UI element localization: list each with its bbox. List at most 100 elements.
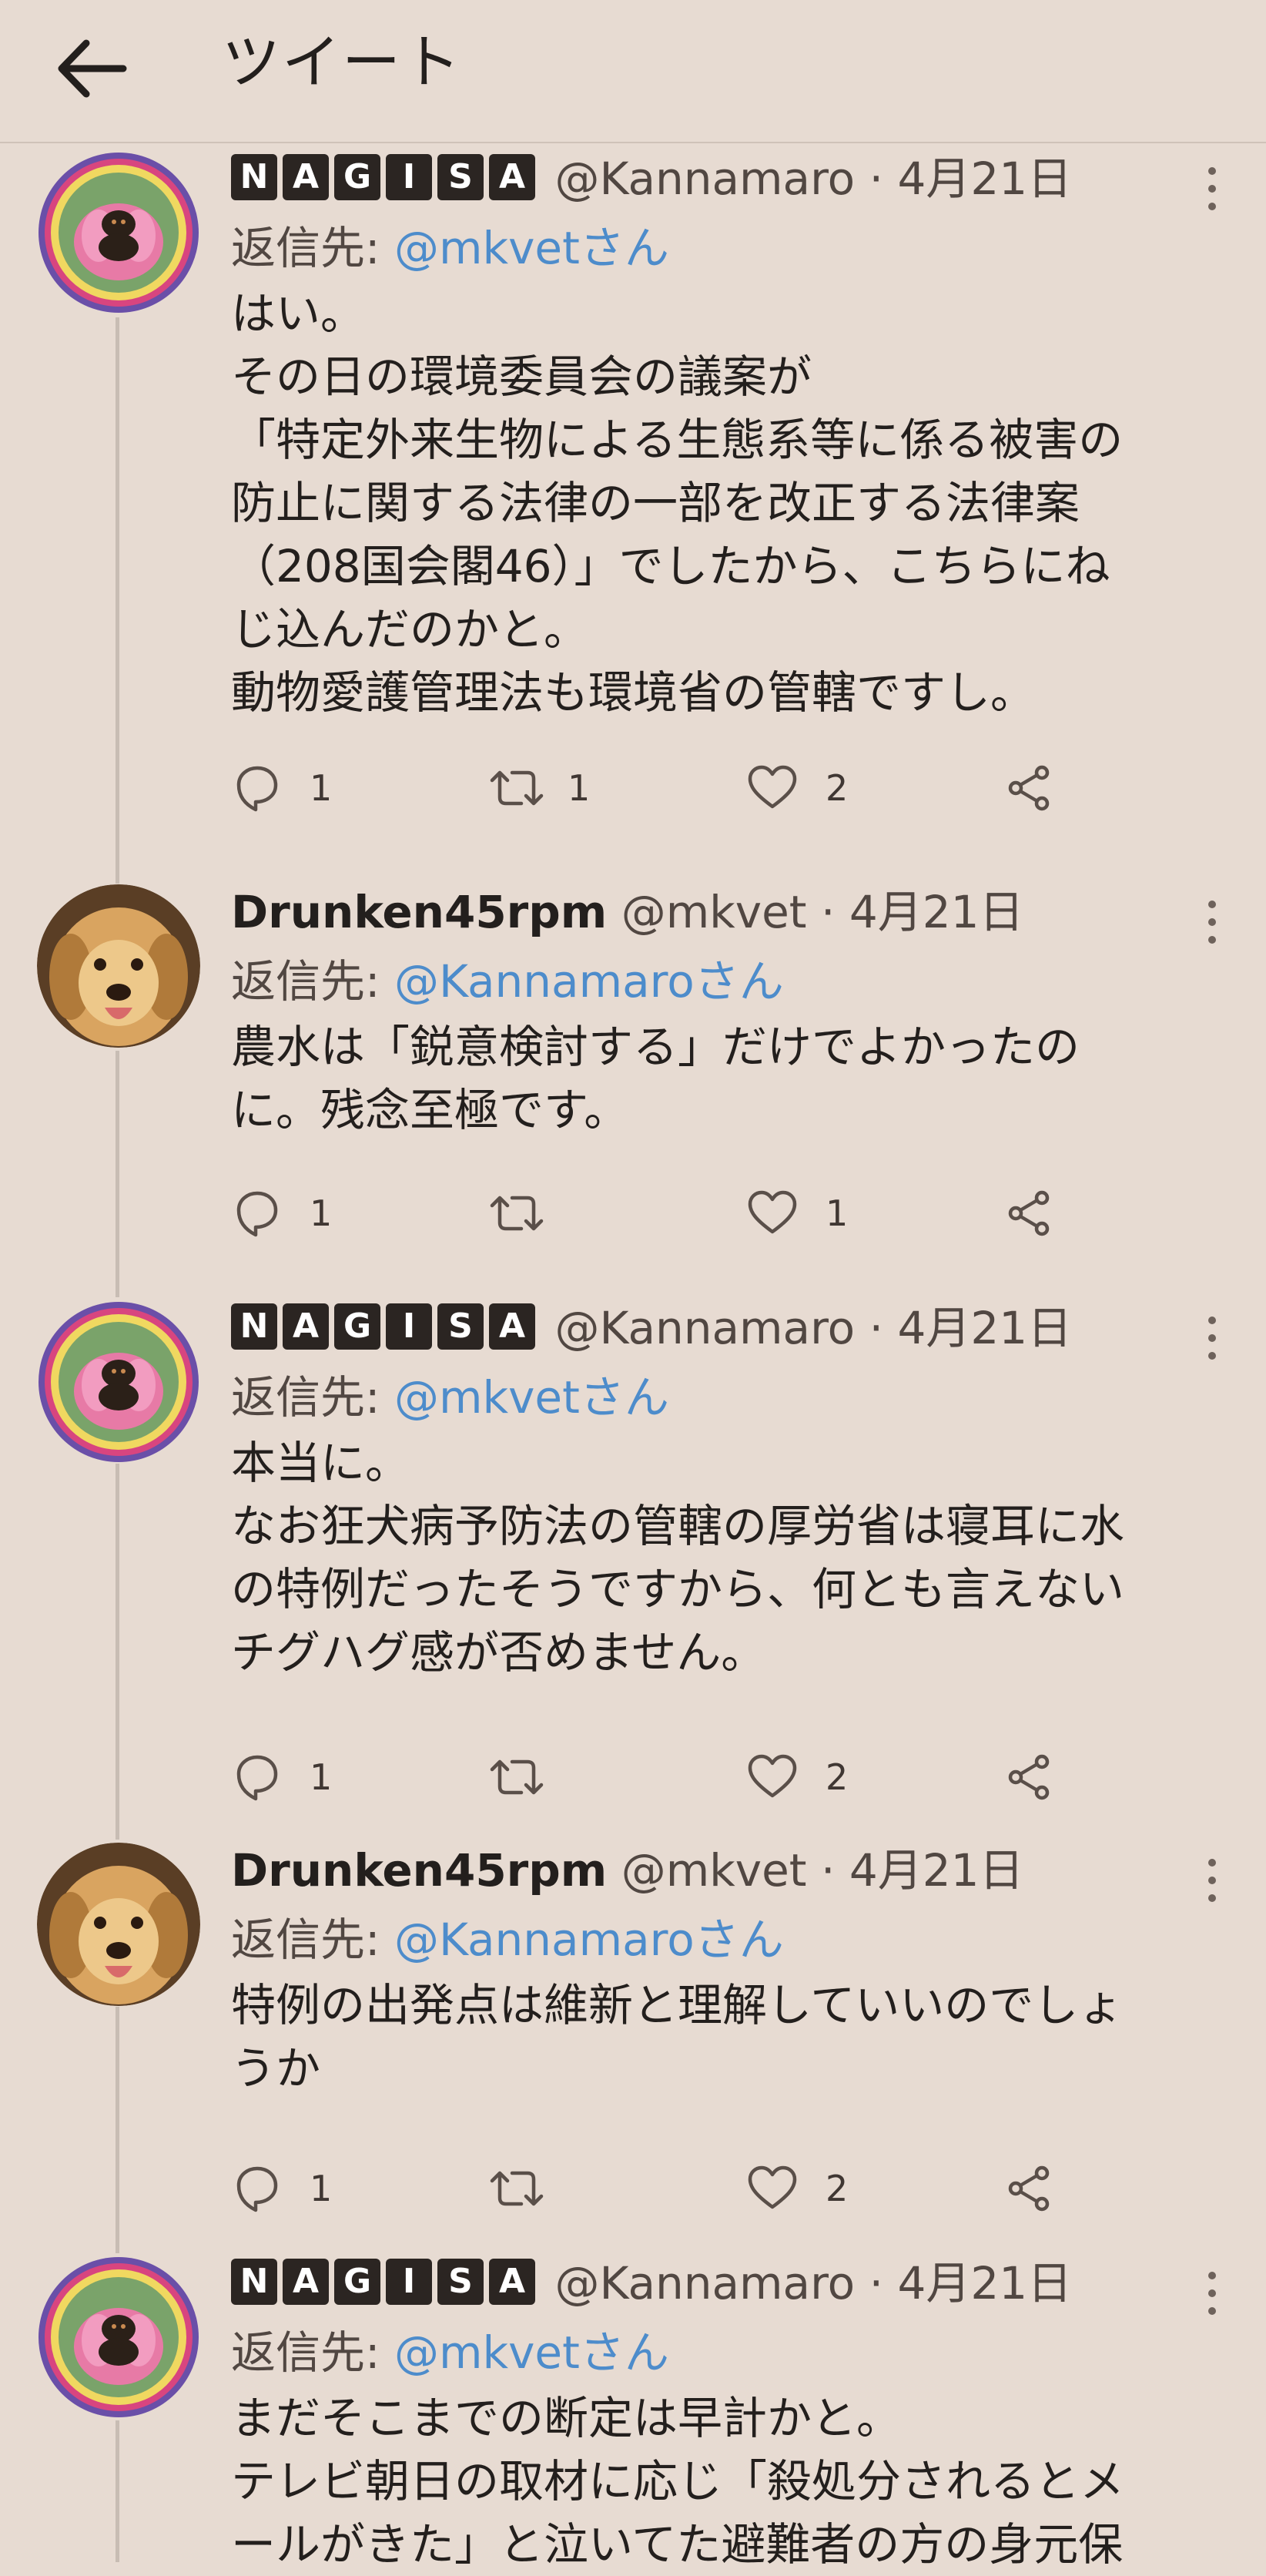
tweet-text-line: に。残念至極です。 <box>231 1084 629 1136</box>
avatar-nagisa[interactable] <box>37 1300 200 1464</box>
like-count: 2 <box>826 2168 849 2209</box>
name-chip: N <box>231 1303 277 1350</box>
like-button[interactable]: 2 <box>747 1742 870 1812</box>
tweet-header: Drunken45rpm @mkvet · 4月21日 <box>231 1832 1024 1909</box>
reply-to-link[interactable]: @Kannamaroさん <box>394 1914 784 1966</box>
name-chip: I <box>386 154 432 200</box>
thread-line <box>116 1464 119 1840</box>
more-options-icon[interactable] <box>1197 162 1227 216</box>
reply-button[interactable]: 1 <box>231 1742 354 1812</box>
tweet-date[interactable]: 4月21日 <box>849 886 1024 938</box>
back-arrow-icon[interactable] <box>46 26 131 111</box>
name-chip: S <box>437 2259 484 2305</box>
name-chip: A <box>283 154 329 200</box>
name-chip: A <box>283 2259 329 2305</box>
tweet-text-line: 「特定外来生物による生態系等に係る被害の <box>231 414 1124 466</box>
tweet-text-line: まだそこまでの断定は早計かと。 <box>231 2392 902 2444</box>
name-chip: S <box>437 154 484 200</box>
share-icon <box>1008 2165 1050 2212</box>
share-button[interactable] <box>1005 1742 1074 1812</box>
reply-button[interactable]: 1 <box>231 1179 354 1248</box>
name-chip: A <box>489 2259 535 2305</box>
reply-to: 返信先: @Kannamaroさん <box>231 1903 784 1977</box>
user-handle[interactable]: @mkvet <box>621 1844 807 1897</box>
tweet-text-line: チグハグ感が否めません。 <box>231 1626 766 1679</box>
retweet-button[interactable]: 1 <box>489 753 612 823</box>
tweet-date[interactable]: 4月21日 <box>897 153 1072 205</box>
name-chip: N <box>231 2259 277 2305</box>
tweet-date[interactable]: 4月21日 <box>897 2257 1072 2309</box>
share-button[interactable] <box>1005 753 1074 823</box>
tweet-text-line: その日の環境委員会の議案が <box>231 351 812 403</box>
share-icon <box>1008 765 1050 811</box>
tweet-text-line: 農水は「鋭意検討する」だけでよかったの <box>231 1021 1080 1073</box>
tweet-text: 農水は「鋭意検討する」だけでよかったの に。残念至極です。 <box>231 1015 1232 1142</box>
tweet-header: Drunken45rpm @mkvet · 4月21日 <box>231 874 1024 951</box>
tweet-header: NAGISA @Kannamaro · 4月21日 <box>231 1290 1072 1367</box>
thread-line <box>116 2007 119 2253</box>
name-chip: A <box>489 1303 535 1350</box>
tweet-actions: 1 2 <box>231 1742 1155 1812</box>
more-options-icon[interactable] <box>1197 2266 1227 2320</box>
avatar-drunken45rpm[interactable] <box>37 884 200 1048</box>
reply-to-link[interactable]: @mkvetさん <box>394 222 669 274</box>
tweet-actions: 1 1 <box>231 1179 1155 1248</box>
avatar-nagisa[interactable] <box>37 151 200 314</box>
tweet-text: まだそこまでの断定は早計かと。 テレビ朝日の取材に応じ「殺処分されるとメ ールが… <box>231 2386 1232 2576</box>
tweet-text: 特例の出発点は維新と理解していいのでしょ うか <box>231 1974 1232 2100</box>
like-button[interactable]: 2 <box>747 2154 870 2223</box>
share-button[interactable] <box>1005 2154 1074 2223</box>
more-options-icon[interactable] <box>1197 1311 1227 1365</box>
user-handle[interactable]: @Kannamaro <box>554 2257 855 2309</box>
retweet-button[interactable] <box>489 2154 612 2223</box>
avatar-nagisa[interactable] <box>37 2256 200 2419</box>
display-name[interactable]: Drunken45rpm <box>231 1844 607 1897</box>
like-count: 2 <box>826 767 849 809</box>
reply-count: 1 <box>310 1192 333 1234</box>
name-chip: S <box>437 1303 484 1350</box>
like-count: 1 <box>826 1192 849 1234</box>
tweet-text: はい。 その日の環境委員会の議案が 「特定外来生物による生態系等に係る被害の 防… <box>231 282 1232 724</box>
more-options-icon[interactable] <box>1197 895 1227 949</box>
page-title: ツイート <box>222 28 462 96</box>
top-bar: ツイート <box>0 0 1266 143</box>
reply-button[interactable]: 1 <box>231 2154 354 2223</box>
tweet-text-line: うか <box>231 2042 321 2095</box>
share-icon <box>1008 1190 1050 1236</box>
display-name[interactable]: Drunken45rpm <box>231 886 607 938</box>
name-chip: G <box>334 1303 380 1350</box>
tweet-actions: 1 1 2 <box>231 753 1155 823</box>
tweet-date[interactable]: 4月21日 <box>849 1844 1024 1897</box>
tweet-text: 本当に。 なお狂犬病予防法の管轄の厚労省は寝耳に水 の特例だったそうですから、何… <box>231 1431 1232 1684</box>
user-handle[interactable]: @Kannamaro <box>554 1302 855 1354</box>
reply-button[interactable]: 1 <box>231 753 354 823</box>
retweet-icon <box>490 770 544 806</box>
name-chip: I <box>386 2259 432 2305</box>
retweet-button[interactable] <box>489 1179 612 1248</box>
like-button[interactable]: 2 <box>747 753 870 823</box>
more-options-icon[interactable] <box>1197 1853 1227 1907</box>
retweet-count: 1 <box>568 767 591 809</box>
reply-icon <box>236 1191 278 1237</box>
reply-to-label: 返信先: <box>231 1371 380 1424</box>
tweet-header: NAGISA @Kannamaro · 4月21日 <box>231 2245 1072 2322</box>
user-handle[interactable]: @mkvet <box>621 886 807 938</box>
reply-to-link[interactable]: @Kannamaroさん <box>394 955 784 1008</box>
like-button[interactable]: 1 <box>747 1179 870 1248</box>
avatar-drunken45rpm[interactable] <box>37 1843 200 2006</box>
name-chip: I <box>386 1303 432 1350</box>
separator-dot: · <box>869 2257 884 2309</box>
share-button[interactable] <box>1005 1179 1074 1248</box>
reply-to-link[interactable]: @mkvetさん <box>394 2326 669 2379</box>
tweet-actions: 1 2 <box>231 2154 1155 2223</box>
user-handle[interactable]: @Kannamaro <box>554 153 855 205</box>
reply-count: 1 <box>310 2168 333 2209</box>
tweet-text-line: テレビ朝日の取材に応じ「殺処分されるとメ <box>231 2455 1125 2507</box>
retweet-button[interactable] <box>489 1742 612 1812</box>
tweet-text-line: 本当に。 <box>231 1437 410 1489</box>
reply-to-link[interactable]: @mkvetさん <box>394 1371 669 1424</box>
reply-to-label: 返信先: <box>231 1914 380 1966</box>
tweet-date[interactable]: 4月21日 <box>897 1302 1072 1354</box>
heart-icon <box>748 1754 797 1798</box>
name-chip: A <box>489 154 535 200</box>
